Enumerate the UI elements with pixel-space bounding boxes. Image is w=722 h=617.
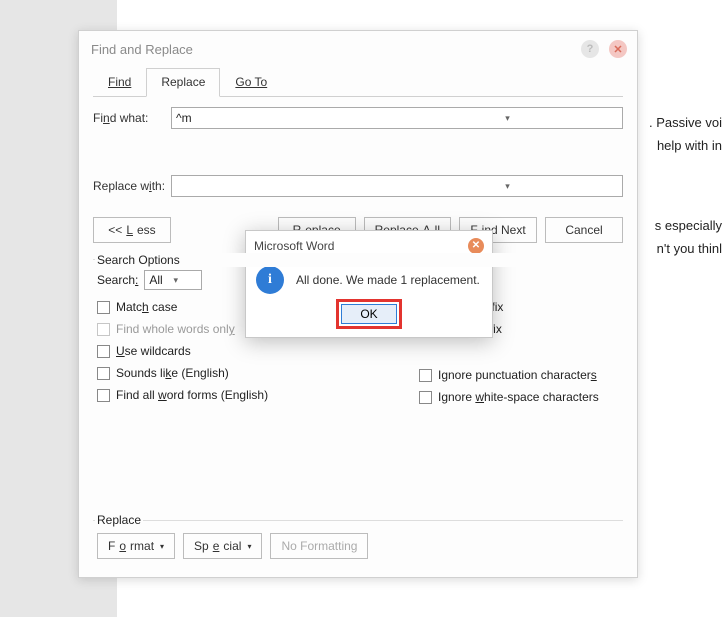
replace-with-row: Replace with: ▾: [93, 175, 623, 197]
document-text-fragment: help with in: [657, 138, 722, 153]
word-forms-checkbox[interactable]: Find all word forms (English): [97, 388, 419, 402]
tab-replace-label: Replace: [161, 75, 205, 89]
replace-section-label: Replace: [95, 513, 143, 527]
dialog-titlebar: Find and Replace ? ✕: [79, 31, 637, 67]
help-button[interactable]: ?: [581, 40, 599, 58]
ignore-whitespace-checkbox[interactable]: Ignore white-space characters: [419, 390, 619, 404]
chevron-down-icon: ▾: [169, 275, 183, 286]
document-text-fragment: . Passive voi: [649, 115, 722, 130]
replace-with-label: Replace with:: [93, 179, 171, 193]
message-box-title: Microsoft Word: [254, 239, 468, 253]
find-what-value: ^m: [176, 111, 397, 125]
use-wildcards-checkbox[interactable]: Use wildcards: [97, 344, 419, 358]
format-button[interactable]: Format▾: [97, 533, 175, 559]
document-text-fragment: n't you thinl: [657, 241, 722, 256]
replace-with-input[interactable]: ▾: [171, 175, 623, 197]
less-button[interactable]: << Less: [93, 217, 171, 243]
message-text: All done. We made 1 replacement.: [296, 273, 480, 287]
tab-goto[interactable]: Go To: [220, 68, 282, 97]
search-direction-value: All: [149, 273, 162, 287]
tab-goto-label: Go To: [235, 75, 267, 89]
close-button[interactable]: ✕: [609, 40, 627, 58]
chevron-down-icon[interactable]: ▾: [397, 113, 618, 124]
tab-find[interactable]: Find: [93, 68, 146, 97]
search-options-label: Search Options: [95, 253, 623, 267]
info-icon: i: [256, 266, 284, 294]
chevron-down-icon[interactable]: ▾: [397, 181, 618, 192]
message-box: Microsoft Word ✕ i All done. We made 1 r…: [245, 230, 493, 338]
search-label: Search:: [97, 273, 138, 287]
no-formatting-button: No Formatting: [270, 533, 368, 559]
document-text-fragment: s especially: [655, 218, 722, 233]
close-icon[interactable]: ✕: [468, 238, 484, 254]
special-button[interactable]: Special▾: [183, 533, 262, 559]
find-what-label: Find what:: [93, 111, 171, 125]
find-what-input[interactable]: ^m ▾: [171, 107, 623, 129]
sounds-like-checkbox[interactable]: Sounds like (English): [97, 366, 419, 380]
ok-button[interactable]: OK: [341, 304, 397, 324]
ignore-punctuation-checkbox[interactable]: Ignore punctuation characters: [419, 368, 619, 382]
tab-find-label: Find: [108, 75, 131, 89]
search-direction-select[interactable]: All ▾: [144, 270, 202, 290]
cancel-button[interactable]: Cancel: [545, 217, 623, 243]
find-what-row: Find what: ^m ▾: [93, 107, 623, 129]
tab-strip: Find Replace Go To: [93, 67, 623, 97]
dialog-title: Find and Replace: [89, 42, 571, 57]
tab-replace[interactable]: Replace: [146, 68, 220, 97]
replace-section-box: Format▾ Special▾ No Formatting: [93, 520, 623, 563]
ok-highlight: OK: [336, 299, 402, 329]
